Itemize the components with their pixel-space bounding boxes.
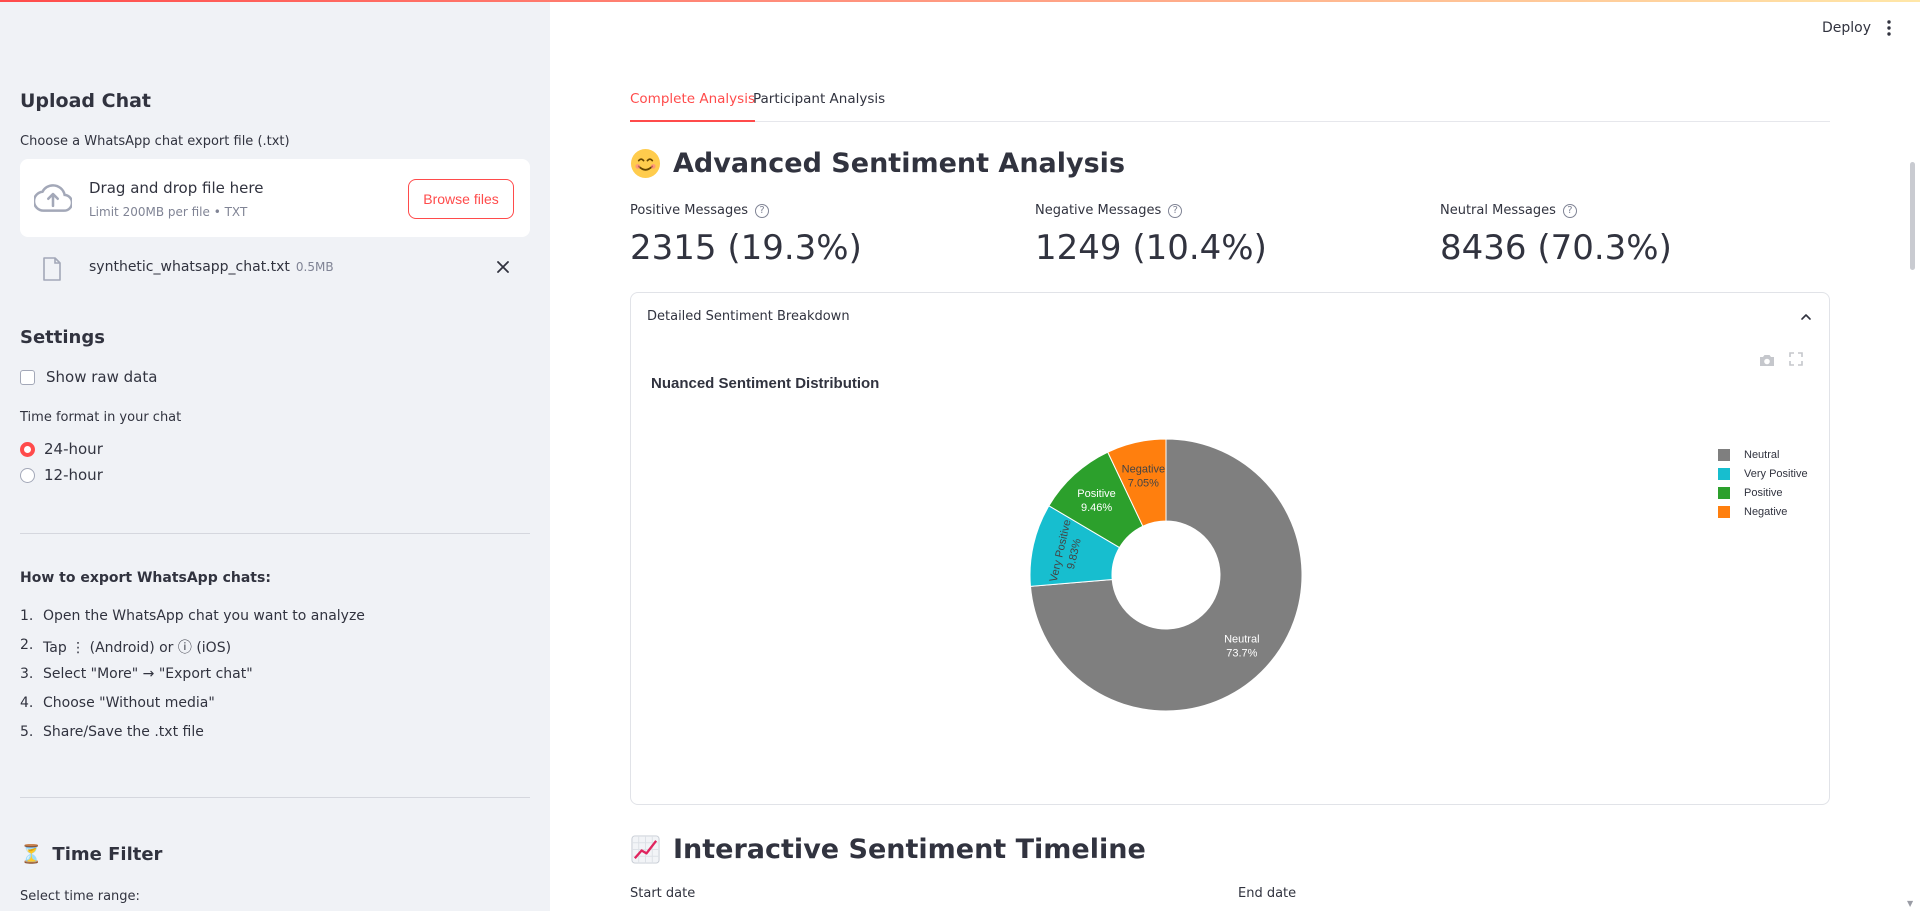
metric-value: 8436 (70.3%) [1440,228,1672,268]
radio-unselected[interactable] [20,467,35,483]
metric-positive: Positive Messages? 2315 (19.3%) [630,203,862,268]
uploaded-file-name: synthetic_whatsapp_chat.txt 0.5MB [89,259,334,275]
legend-swatch [1718,505,1730,518]
sentiment-breakdown-expander: Detailed Sentiment Breakdown Nuanced Sen… [630,292,1830,805]
upload-chat-heading: Upload Chat [20,90,152,112]
donut-chart: Neutral 73.7%Very Positive9.83%Positive 9.… [1029,438,1303,712]
metric-label: Neutral Messages [1440,203,1556,218]
legend-item[interactable]: Positive [1718,483,1808,502]
radio-12-hour[interactable]: 12-hour [20,466,103,484]
legend-item[interactable]: Neutral [1718,445,1808,464]
chart-legend: Neutral Very Positive Positive Negative [1718,445,1808,521]
legend-swatch [1718,486,1730,499]
export-steps-list: 1. Open the WhatsApp chat you want to ana… [20,608,365,753]
tab-bar: Complete Analysis Participant Analysis [630,88,1830,122]
list-item: 3. Select "More" → "Export chat" [20,666,253,682]
timeline-title: Interactive Sentiment Timeline [673,834,1146,865]
legend-item[interactable]: Negative [1718,502,1808,521]
uploaded-file-row: synthetic_whatsapp_chat.txt 0.5MB [20,250,530,290]
settings-heading: Settings [20,327,105,348]
legend-label: Very Positive [1744,467,1808,480]
time-format-label: Time format in your chat [20,410,182,425]
list-item: 1. Open the WhatsApp chat you want to ana… [20,608,365,624]
radio-24-hour[interactable]: 24-hour [20,440,103,458]
metric-negative: Negative Messages? 1249 (10.4%) [1035,203,1267,268]
time-filter-title: Time Filter [52,844,163,865]
legend-label: Negative [1744,505,1788,518]
scrollbar-thumb[interactable] [1910,162,1915,270]
time-filter-heading: ⏳ Time Filter [20,844,162,865]
metric-label: Positive Messages [630,203,748,218]
select-time-range-label: Select time range: [20,889,140,904]
start-date-label: Start date [630,886,696,901]
radio-selected[interactable] [20,441,35,457]
legend-swatch [1718,448,1730,461]
file-icon [43,257,61,281]
metric-value: 2315 (19.3%) [630,228,862,268]
checkbox-label: Show raw data [46,368,158,386]
deploy-button[interactable]: Deploy [1822,20,1871,36]
remove-file-icon[interactable] [494,258,512,276]
dropzone-title: Drag and drop file here [89,179,264,197]
chart-increasing-icon [631,835,660,864]
legend-label: Positive [1744,486,1783,499]
help-icon[interactable]: ? [755,203,769,218]
help-icon[interactable]: ? [1168,203,1183,218]
dropzone-limit-text: Limit 200MB per file • TXT [89,205,248,219]
sidebar: Upload Chat Choose a WhatsApp chat expor… [0,0,550,911]
top-decoration-bar [0,0,1920,2]
cloud-upload-icon [34,184,72,212]
timeline-heading: Interactive Sentiment Timeline [630,834,1146,865]
legend-label: Neutral [1744,448,1780,461]
file-name-text: synthetic_whatsapp_chat.txt [89,259,290,275]
legend-swatch [1718,467,1730,480]
sentiment-title: Advanced Sentiment Analysis [673,148,1126,179]
scroll-down-arrow-icon[interactable]: ▼ [1907,899,1913,908]
sentiment-heading: Advanced Sentiment Analysis [630,148,1125,179]
tab-participant-analysis[interactable]: Participant Analysis [753,91,885,122]
radio-12-label: 12-hour [44,466,103,484]
list-item: 2. Tap ⋮ (Android) or ⓘ (iOS) [20,637,232,656]
checkbox-box[interactable] [20,369,35,385]
metric-label: Negative Messages [1035,203,1162,218]
smiling-face-icon [630,148,661,179]
metric-value: 1249 (10.4%) [1035,228,1267,268]
sidebar-divider [20,533,530,534]
kebab-menu-icon[interactable] [1883,19,1895,37]
metric-neutral: Neutral Messages? 8436 (70.3%) [1440,203,1672,268]
list-item: 5. Share/Save the .txt file [20,724,204,740]
tab-complete-analysis[interactable]: Complete Analysis [630,91,755,122]
list-item: 4. Choose "Without media" [20,695,215,711]
how-to-export-heading: How to export WhatsApp chats: [20,570,271,586]
legend-item[interactable]: Very Positive [1718,464,1808,483]
file-size: 0.5MB [295,260,334,274]
file-uploader-label: Choose a WhatsApp chat export file (.txt… [20,134,290,149]
end-date-label: End date [1238,886,1297,901]
hourglass-icon: ⏳ [20,844,43,865]
radio-24-label: 24-hour [44,440,103,458]
file-dropzone[interactable]: Drag and drop file here Limit 200MB per … [20,159,530,237]
sidebar-divider [20,797,530,798]
browse-files-button[interactable]: Browse files [408,179,514,219]
help-icon[interactable]: ? [1562,203,1577,218]
show-raw-data-checkbox[interactable]: Show raw data [20,368,157,386]
